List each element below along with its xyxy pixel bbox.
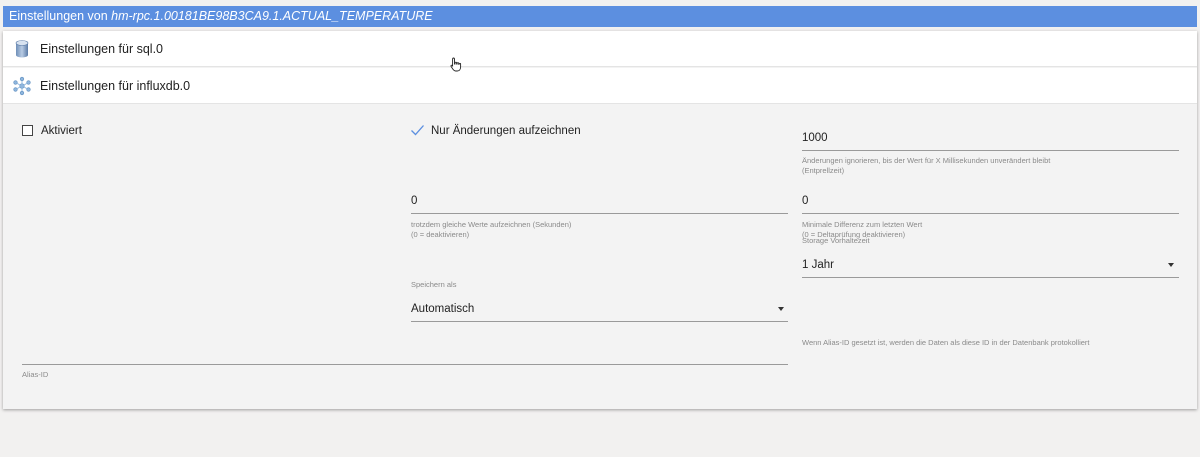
same-values-underline bbox=[411, 213, 788, 214]
alias-input[interactable] bbox=[22, 343, 788, 365]
alias-underline bbox=[22, 364, 788, 365]
store-as-label: Speichern als bbox=[411, 280, 457, 289]
dialog-title-object-id: hm-rpc.1.00181BE98B3CA9.1.ACTUAL_TEMPERA… bbox=[111, 9, 433, 23]
accordion-sql[interactable]: Einstellungen für sql.0 bbox=[3, 31, 1197, 67]
influxdb-icon bbox=[13, 76, 31, 96]
enabled-label: Aktiviert bbox=[41, 125, 82, 137]
database-icon bbox=[15, 40, 29, 58]
enabled-checkbox[interactable] bbox=[22, 125, 33, 136]
retention-label: Storage Vorhaltezeit bbox=[802, 236, 870, 245]
retention-underline bbox=[802, 277, 1179, 278]
store-as-value: Automatisch bbox=[411, 303, 475, 315]
debounce-input[interactable]: 1000 bbox=[802, 132, 828, 144]
changes-only-checkmark[interactable] bbox=[410, 124, 425, 136]
retention-value: 1 Jahr bbox=[802, 259, 834, 271]
chevron-down-icon bbox=[778, 307, 784, 311]
accordion-sql-label: Einstellungen für sql.0 bbox=[40, 42, 163, 56]
settings-panel: Einstellungen für sql.0 Einstellungen fü… bbox=[3, 31, 1197, 409]
changes-only-label: Nur Änderungen aufzeichnen bbox=[431, 125, 581, 137]
hand-cursor-icon bbox=[450, 57, 462, 72]
alias-label: Alias-ID bbox=[22, 370, 49, 379]
min-diff-underline bbox=[802, 213, 1179, 214]
debounce-underline bbox=[802, 150, 1179, 151]
same-values-input[interactable]: 0 bbox=[411, 195, 417, 207]
accordion-influxdb-label: Einstellungen für influxdb.0 bbox=[40, 79, 191, 93]
same-values-help: trotzdem gleiche Werte aufzeichnen (Seku… bbox=[411, 220, 572, 239]
min-diff-input[interactable]: 0 bbox=[802, 195, 808, 207]
dialog-title-prefix: Einstellungen von bbox=[9, 9, 112, 23]
alias-help: Wenn Alias-ID gesetzt ist, werden die Da… bbox=[802, 338, 1090, 347]
accordion-influxdb[interactable]: Einstellungen für influxdb.0 bbox=[3, 68, 1197, 104]
store-as-underline bbox=[411, 321, 788, 322]
store-as-select[interactable]: Automatisch bbox=[411, 296, 788, 322]
dialog-title-bar: Einstellungen von hm-rpc.1.00181BE98B3CA… bbox=[3, 6, 1197, 27]
chevron-down-icon bbox=[1168, 263, 1174, 267]
debounce-help: Änderungen ignorieren, bis der Wert für … bbox=[802, 156, 1051, 175]
retention-select[interactable]: 1 Jahr bbox=[802, 253, 1179, 278]
